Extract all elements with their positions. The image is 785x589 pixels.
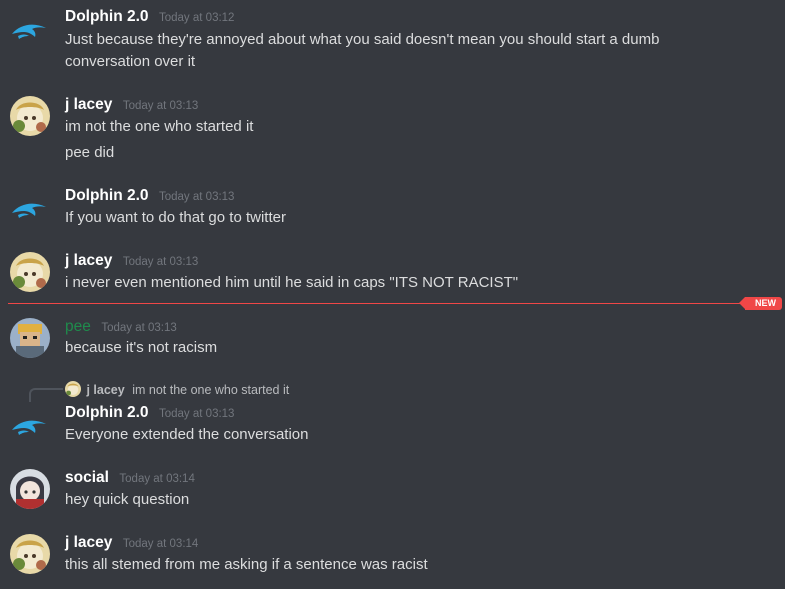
jlacey-avatar[interactable] bbox=[10, 96, 50, 136]
dolphin-icon bbox=[12, 24, 46, 39]
message-author[interactable]: Dolphin 2.0 bbox=[65, 404, 149, 421]
message-author[interactable]: j lacey bbox=[65, 96, 112, 113]
dolphin-icon bbox=[12, 203, 46, 218]
dolphin-icon bbox=[12, 420, 46, 435]
pixel-avatar-icon bbox=[10, 318, 50, 358]
message-timestamp: Today at 03:13 bbox=[122, 100, 199, 112]
message-timestamp: Today at 03:14 bbox=[122, 538, 199, 550]
message-text: hey quick question bbox=[65, 491, 190, 508]
jlacey-avatar[interactable] bbox=[10, 252, 50, 292]
message-author[interactable]: social bbox=[65, 469, 109, 486]
message-timestamp: Today at 03:13 bbox=[101, 322, 177, 334]
message-timestamp: Today at 03:13 bbox=[159, 408, 235, 420]
new-badge: NEW bbox=[739, 297, 782, 310]
message-text: i never even mentioned him until he said… bbox=[65, 274, 519, 291]
message-text: because it's not racism bbox=[65, 339, 218, 356]
message-author[interactable]: pee bbox=[65, 318, 91, 335]
message-text: this all stemed from me asking if a sent… bbox=[65, 556, 428, 573]
message-author[interactable]: Dolphin 2.0 bbox=[65, 8, 149, 25]
message-text: pee did bbox=[65, 144, 115, 161]
anime-avatar-icon bbox=[10, 96, 50, 136]
message-timestamp: Today at 03:14 bbox=[119, 473, 195, 485]
social-avatar[interactable] bbox=[10, 469, 50, 509]
message-text: Just because they're annoyed about what … bbox=[65, 31, 660, 48]
new-messages-divider bbox=[8, 303, 748, 304]
anime-avatar-icon bbox=[10, 469, 50, 509]
anime-avatar-icon bbox=[10, 252, 50, 292]
chat-message-list: Dolphin 2.0 Today at 03:12 Just because … bbox=[0, 0, 785, 589]
reply-text[interactable]: im not the one who started it bbox=[132, 383, 289, 397]
message-text: If you want to do that go to twitter bbox=[65, 209, 286, 226]
message-timestamp: Today at 03:12 bbox=[159, 12, 235, 24]
anime-avatar-icon bbox=[10, 534, 50, 574]
jlacey-avatar[interactable] bbox=[10, 534, 50, 574]
message-author[interactable]: j lacey bbox=[65, 252, 112, 269]
reply-preview[interactable]: j lacey im not the one who started it bbox=[65, 381, 289, 397]
pee-avatar[interactable] bbox=[10, 318, 50, 358]
message-text: Everyone extended the conversation bbox=[65, 426, 309, 443]
dolphin-avatar[interactable] bbox=[10, 189, 50, 229]
message-text: im not the one who started it bbox=[65, 118, 254, 135]
reply-author[interactable]: j lacey bbox=[86, 383, 124, 397]
message-text: conversation over it bbox=[65, 53, 196, 70]
anime-avatar-icon bbox=[65, 381, 81, 397]
reply-avatar bbox=[65, 381, 81, 397]
dolphin-avatar[interactable] bbox=[10, 406, 50, 446]
message-timestamp: Today at 03:13 bbox=[122, 256, 199, 268]
dolphin-avatar[interactable] bbox=[10, 10, 50, 50]
message-author[interactable]: j lacey bbox=[65, 534, 112, 551]
reply-connector bbox=[29, 388, 63, 402]
message-author[interactable]: Dolphin 2.0 bbox=[65, 187, 149, 204]
message-timestamp: Today at 03:13 bbox=[159, 191, 235, 203]
